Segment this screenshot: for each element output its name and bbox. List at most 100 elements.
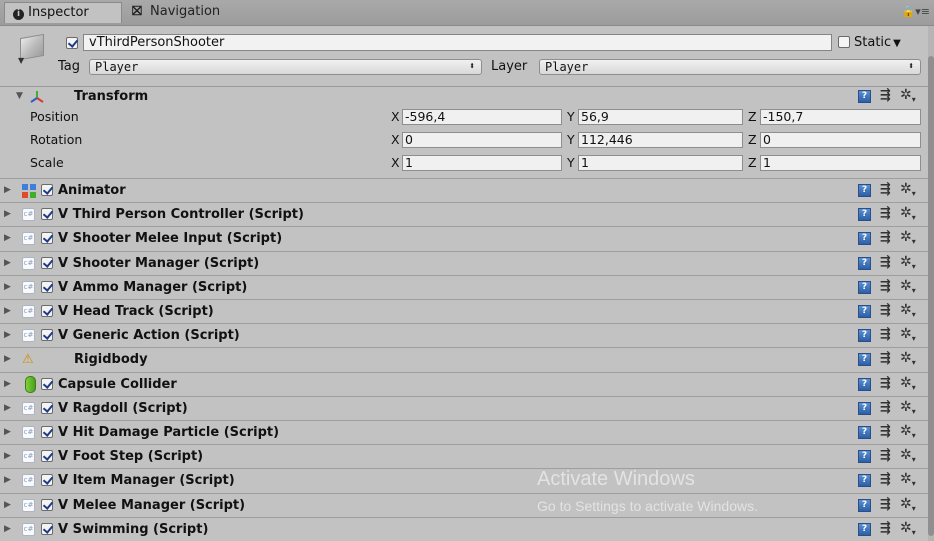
help-icon[interactable]: ?	[858, 523, 871, 536]
foldout-collapsed-icon[interactable]: ▶	[4, 258, 11, 268]
component-enabled-checkbox[interactable]	[41, 378, 53, 390]
component-row[interactable]: ▶ c# V Head Track (Script)? ⇶ ✲▾	[0, 299, 934, 323]
preset-icon[interactable]: ⇶	[880, 279, 891, 294]
gear-icon[interactable]: ✲▾	[900, 375, 916, 392]
scrollbar-thumb[interactable]	[928, 56, 934, 536]
rotation-x-field[interactable]: 0	[402, 132, 562, 148]
component-enabled-checkbox[interactable]	[41, 232, 53, 244]
help-icon[interactable]: ?	[858, 184, 871, 197]
rotation-y-field[interactable]: 112,446	[578, 132, 743, 148]
component-row[interactable]: ▶ ⚠ Rigidbody? ⇶ ✲▾	[0, 347, 934, 371]
help-icon[interactable]: ?	[858, 426, 871, 439]
gear-icon[interactable]: ✲▾	[900, 447, 916, 464]
help-icon[interactable]: ?	[858, 450, 871, 463]
gear-icon[interactable]: ✲▾	[900, 496, 916, 513]
component-row[interactable]: ▶ Animator? ⇶ ✲▾	[0, 178, 934, 202]
component-row[interactable]: ▶ c# V Shooter Manager (Script)? ⇶ ✲▾	[0, 251, 934, 275]
inspector-scrollbar[interactable]	[928, 26, 934, 541]
help-icon[interactable]: ?	[858, 208, 871, 221]
gear-icon[interactable]: ✲▾	[900, 229, 916, 246]
component-row[interactable]: ▶ c# V Ragdoll (Script)? ⇶ ✲▾	[0, 396, 934, 420]
help-icon[interactable]: ?	[858, 90, 871, 103]
preset-icon[interactable]: ⇶	[880, 182, 891, 197]
preset-icon[interactable]: ⇶	[880, 448, 891, 463]
preset-icon[interactable]: ⇶	[880, 255, 891, 270]
foldout-collapsed-icon[interactable]: ▶	[4, 209, 11, 219]
help-icon[interactable]: ?	[858, 353, 871, 366]
component-enabled-checkbox[interactable]	[41, 426, 53, 438]
component-enabled-checkbox[interactable]	[41, 402, 53, 414]
help-icon[interactable]: ?	[858, 305, 871, 318]
component-row[interactable]: ▶ c# V Melee Manager (Script)? ⇶ ✲▾	[0, 493, 934, 517]
gear-icon[interactable]: ✲▾	[900, 205, 916, 222]
component-row[interactable]: ▶ c# V Shooter Melee Input (Script)? ⇶ ✲▾	[0, 226, 934, 250]
help-icon[interactable]: ?	[858, 329, 871, 342]
preset-icon[interactable]: ⇶	[880, 351, 891, 366]
tag-dropdown[interactable]: Player ⬍	[89, 59, 482, 75]
rotation-z-field[interactable]: 0	[760, 132, 921, 148]
help-icon[interactable]: ?	[858, 474, 871, 487]
component-enabled-checkbox[interactable]	[41, 499, 53, 511]
position-x-field[interactable]: -596,4	[402, 109, 562, 125]
gear-icon[interactable]: ✲▾	[900, 326, 916, 343]
component-row[interactable]: ▶ c# V Generic Action (Script)? ⇶ ✲▾	[0, 323, 934, 347]
component-enabled-checkbox[interactable]	[41, 305, 53, 317]
preset-icon[interactable]: ⇶	[880, 303, 891, 318]
help-icon[interactable]: ?	[858, 402, 871, 415]
preset-icon[interactable]: ⇶	[880, 376, 891, 391]
foldout-collapsed-icon[interactable]: ▶	[4, 500, 11, 510]
help-icon[interactable]: ?	[858, 281, 871, 294]
component-row[interactable]: ▶ c# V Item Manager (Script)? ⇶ ✲▾	[0, 468, 934, 492]
component-enabled-checkbox[interactable]	[41, 450, 53, 462]
foldout-collapsed-icon[interactable]: ▶	[4, 451, 11, 461]
help-icon[interactable]: ?	[858, 232, 871, 245]
foldout-collapsed-icon[interactable]: ▶	[4, 354, 11, 364]
component-row[interactable]: ▶ c# V Hit Damage Particle (Script)? ⇶ ✲▾	[0, 420, 934, 444]
component-enabled-checkbox[interactable]	[41, 257, 53, 269]
component-row[interactable]: ▶ c# V Swimming (Script)? ⇶ ✲▾	[0, 517, 934, 541]
position-y-field[interactable]: 56,9	[578, 109, 743, 125]
preset-icon[interactable]: ⇶	[880, 230, 891, 245]
component-enabled-checkbox[interactable]	[41, 184, 53, 196]
scale-y-field[interactable]: 1	[578, 155, 743, 171]
component-enabled-checkbox[interactable]	[41, 208, 53, 220]
preset-icon[interactable]: ⇶	[880, 497, 891, 512]
foldout-expanded-icon[interactable]: ▼	[16, 91, 23, 101]
tab-inspector[interactable]: i Inspector	[4, 2, 122, 23]
scale-x-field[interactable]: 1	[402, 155, 562, 171]
component-row[interactable]: ▶ Capsule Collider? ⇶ ✲▾	[0, 372, 934, 396]
foldout-collapsed-icon[interactable]: ▶	[4, 379, 11, 389]
scale-z-field[interactable]: 1	[760, 155, 921, 171]
component-row[interactable]: ▶ c# V Third Person Controller (Script)? ⇶ ✲…	[0, 202, 934, 226]
layer-dropdown[interactable]: Player ⬍	[539, 59, 921, 75]
gear-icon[interactable]: ✲▾	[900, 350, 916, 367]
foldout-collapsed-icon[interactable]: ▶	[4, 185, 11, 195]
foldout-collapsed-icon[interactable]: ▶	[4, 524, 11, 534]
preset-icon[interactable]: ⇶	[880, 88, 891, 103]
transform-header[interactable]: ▼ Transform ? ⇶ ✲▾	[0, 86, 934, 107]
lock-menu-icon[interactable]: 🔒▾≡	[902, 5, 930, 18]
preset-icon[interactable]: ⇶	[880, 206, 891, 221]
component-row[interactable]: ▶ c# V Ammo Manager (Script)? ⇶ ✲▾	[0, 275, 934, 299]
tab-navigation[interactable]: ⛝ Navigation	[124, 2, 244, 23]
foldout-collapsed-icon[interactable]: ▶	[4, 427, 11, 437]
foldout-collapsed-icon[interactable]: ▶	[4, 475, 11, 485]
help-icon[interactable]: ?	[858, 499, 871, 512]
gear-icon[interactable]: ✲▾	[900, 278, 916, 295]
foldout-collapsed-icon[interactable]: ▶	[4, 403, 11, 413]
gear-icon[interactable]: ✲▾	[900, 520, 916, 537]
gear-icon[interactable]: ✲▾	[900, 423, 916, 440]
foldout-collapsed-icon[interactable]: ▶	[4, 282, 11, 292]
foldout-collapsed-icon[interactable]: ▶	[4, 233, 11, 243]
help-icon[interactable]: ?	[858, 378, 871, 391]
component-enabled-checkbox[interactable]	[41, 329, 53, 341]
foldout-collapsed-icon[interactable]: ▶	[4, 306, 11, 316]
help-icon[interactable]: ?	[858, 257, 871, 270]
gear-icon[interactable]: ✲▾	[900, 399, 916, 416]
gear-icon[interactable]: ✲▾	[900, 302, 916, 319]
preset-icon[interactable]: ⇶	[880, 424, 891, 439]
gear-icon[interactable]: ✲▾	[900, 471, 916, 488]
preset-icon[interactable]: ⇶	[880, 521, 891, 536]
component-row[interactable]: ▶ c# V Foot Step (Script)? ⇶ ✲▾	[0, 444, 934, 468]
gear-icon[interactable]: ✲▾	[900, 181, 916, 198]
